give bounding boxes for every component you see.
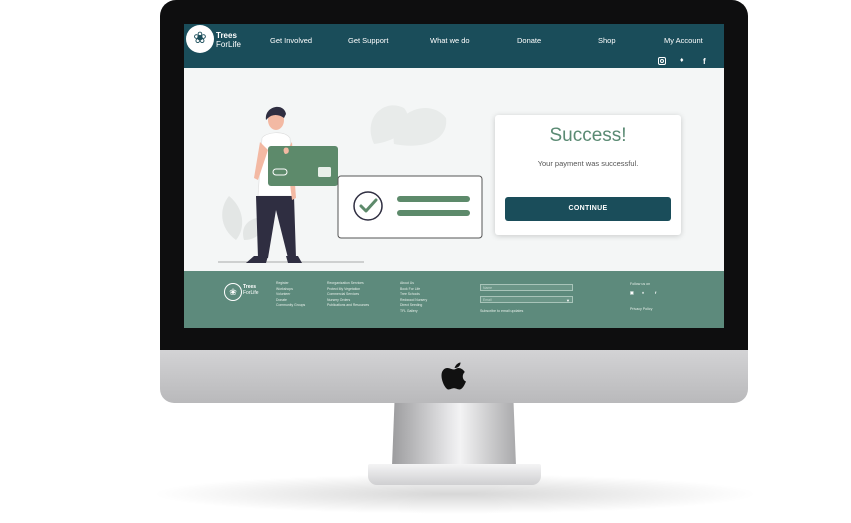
footer-instagram-icon[interactable]: ▣ (630, 290, 634, 295)
nav-my-account[interactable]: My Account (664, 36, 703, 45)
payment-illustration (218, 105, 483, 263)
footer-link-gallery[interactable]: TFL Gallery (400, 309, 427, 315)
subscribe-text: Subscribe to email updates (480, 309, 524, 313)
imac-stand-neck (392, 402, 516, 466)
continue-button[interactable]: CONTINUE (505, 197, 671, 221)
footer-logo-leaf-icon[interactable]: ❀ (224, 283, 242, 301)
footer-email-field[interactable]: Email ▼ (480, 296, 573, 303)
nav-shop[interactable]: Shop (598, 36, 616, 45)
apple-logo-icon (441, 362, 466, 390)
footer-email-placeholder: Email (483, 298, 492, 302)
nav-get-support[interactable]: Get Support (348, 36, 388, 45)
footer-name-field[interactable]: Name (480, 284, 573, 291)
success-message: Your payment was successful. (537, 159, 639, 168)
privacy-policy-link[interactable]: Privacy Policy (630, 307, 652, 311)
logo-line1: Trees (216, 31, 237, 40)
footer-logo[interactable]: Trees ForLife (243, 284, 259, 296)
submit-arrow-icon[interactable]: ▼ (566, 297, 570, 304)
footer-logo-line2: ForLife (243, 290, 259, 296)
footer-link-publications[interactable]: Publications and Resources (327, 303, 369, 309)
nav-donate[interactable]: Donate (517, 36, 541, 45)
nav-what-we-do[interactable]: What we do (430, 36, 470, 45)
site-footer: ❀ Trees ForLife Register Workshops Volun… (184, 271, 724, 328)
facebook-icon[interactable]: f (703, 57, 706, 66)
footer-twitter-icon[interactable]: ♦ (642, 290, 644, 295)
logo-leaf-icon[interactable]: ❀ (186, 25, 214, 53)
success-title: Success! (549, 125, 627, 146)
site-header: ❀ Trees ForLife Get Involved Get Support… (184, 24, 724, 68)
success-card: Success! Your payment was successful. CO… (495, 115, 681, 235)
imac-stand-foot (368, 464, 541, 485)
footer-link-reorganization[interactable]: Reorganization Services (327, 281, 369, 287)
logo-line2: ForLife (216, 40, 241, 49)
nav-get-involved[interactable]: Get Involved (270, 36, 312, 45)
site-logo[interactable]: Trees ForLife (216, 31, 241, 49)
footer-column-1: Register Workshops Volunteer Donate Comm… (276, 281, 305, 309)
screen: ❀ Trees ForLife Get Involved Get Support… (184, 24, 724, 328)
twitter-icon[interactable]: ♦ (680, 57, 684, 64)
footer-facebook-icon[interactable]: f (655, 290, 656, 295)
instagram-icon[interactable] (658, 57, 666, 67)
follow-us-text: Follow us on (630, 282, 651, 286)
footer-column-2: Reorganization Services Protect My Veget… (327, 281, 369, 309)
footer-column-3: About Us Book For Life Tree Schools Redw… (400, 281, 427, 315)
footer-link-community-groups[interactable]: Community Groups (276, 303, 305, 309)
